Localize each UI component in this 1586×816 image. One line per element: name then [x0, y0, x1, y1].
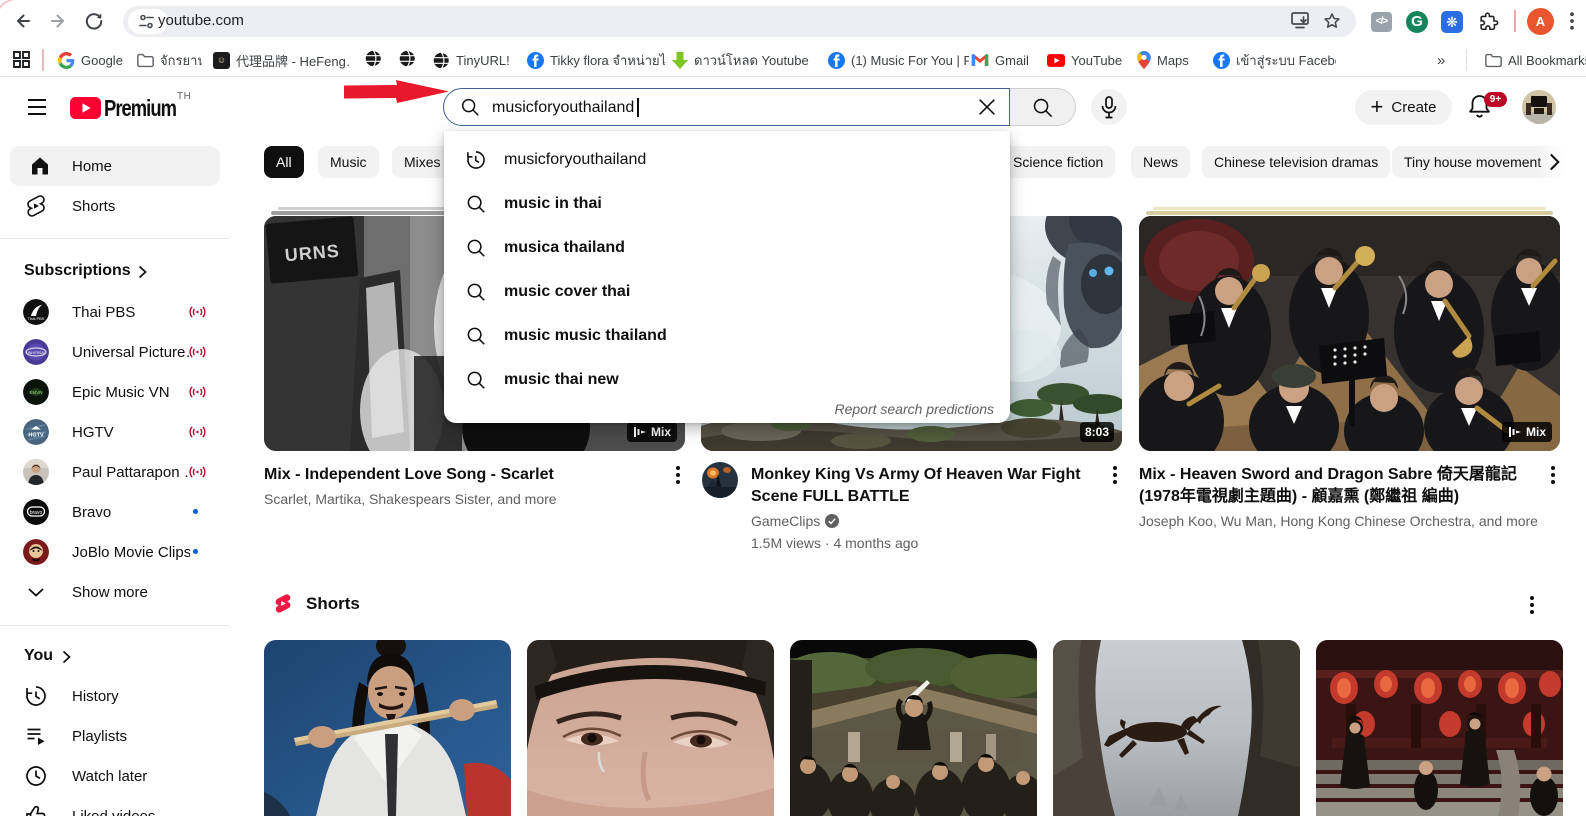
svg-text:Thai PBS: Thai PBS — [28, 316, 45, 321]
svg-text:HGTV: HGTV — [28, 433, 44, 439]
svg-text:bravo: bravo — [30, 510, 43, 516]
svg-text:EMVN: EMVN — [29, 390, 42, 395]
svg-text:UNIVERSAL: UNIVERSAL — [26, 351, 45, 355]
